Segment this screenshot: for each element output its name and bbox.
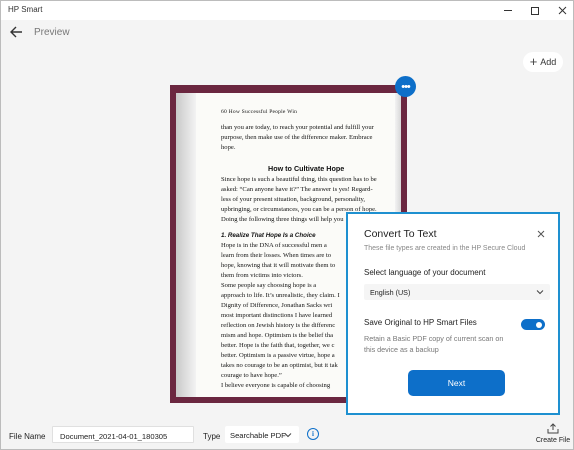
- info-icon[interactable]: i: [307, 428, 319, 440]
- plus-icon: +: [529, 54, 538, 69]
- doc-line: courage to have hope.”: [221, 372, 282, 379]
- doc-running-header: 60 How Successful People Win: [221, 109, 298, 115]
- doc-line: them from victims into victors.: [221, 272, 303, 279]
- bottom-bar: File Name Document_2021-04-01_180305 Typ…: [1, 419, 573, 449]
- doc-line: most important distinctions I have learn…: [221, 312, 333, 319]
- maximize-icon: [531, 6, 539, 15]
- more-options-button[interactable]: •••: [395, 76, 416, 97]
- add-page-button[interactable]: + Add: [523, 52, 563, 72]
- page-title: Preview: [34, 27, 70, 38]
- doc-line: Dignity of Difference, Jonathan Sacks wr…: [221, 302, 333, 309]
- doc-line: Doing the following three things will he…: [221, 216, 344, 223]
- save-original-toggle[interactable]: [521, 319, 545, 330]
- doc-line: asked: “Can anyone have it?” The answer …: [221, 186, 373, 193]
- doc-line: hope, knowing that it will motivate them…: [221, 262, 336, 269]
- doc-line: purpose, then make use of the difference…: [221, 134, 373, 141]
- doc-line: I believe everyone is capable of choosin…: [221, 382, 331, 389]
- chevron-down-icon: [536, 290, 544, 295]
- file-name-value: Document_2021-04-01_180305: [60, 432, 168, 441]
- convert-to-text-dialog: Convert To Text These file types are cre…: [346, 212, 560, 415]
- file-type-value: Searchable PDF: [230, 431, 286, 440]
- minimize-icon: [504, 10, 512, 11]
- doc-subheading: 1. Realize That Hope Is a Choice: [221, 232, 316, 239]
- doc-line: learn from their losses. When times are …: [221, 252, 332, 259]
- maximize-button[interactable]: [522, 1, 548, 20]
- doc-line: takes no courage to be an optimist, but …: [221, 362, 338, 369]
- dialog-title: Convert To Text: [364, 228, 437, 240]
- doc-line: mism and hope. Optimism is the belief th…: [221, 332, 334, 339]
- toggle-knob: [536, 321, 542, 328]
- close-window-button[interactable]: [549, 1, 574, 20]
- save-original-description: Retain a Basic PDF copy of current scan …: [364, 334, 504, 354]
- type-label: Type: [203, 432, 221, 441]
- more-dots-icon: •••: [401, 80, 411, 93]
- doc-line: than you are today, to reach your potent…: [221, 124, 374, 131]
- doc-line: better. Optimism is a passive virtue, ho…: [221, 352, 335, 359]
- language-label: Select language of your document: [364, 268, 486, 277]
- create-file-button[interactable]: Create File: [533, 423, 573, 449]
- doc-line: reflection on Jewish history is the diff…: [221, 322, 336, 329]
- next-button[interactable]: Next: [408, 370, 505, 396]
- add-button-label: Add: [540, 57, 557, 67]
- doc-line: better. Hope is the faith that, together…: [221, 342, 335, 349]
- nav-bar: Preview: [1, 20, 573, 46]
- doc-line: Since hope is such a beautiful thing, th…: [221, 176, 377, 183]
- doc-line: hope.: [221, 144, 236, 151]
- doc-line: approach to life. It’s unrealistic, they…: [221, 292, 340, 299]
- create-file-label: Create File: [535, 437, 571, 444]
- dialog-subtitle: These file types are created in the HP S…: [364, 245, 526, 252]
- back-arrow-icon[interactable]: [9, 25, 23, 39]
- doc-line: less of your present situation, backgrou…: [221, 196, 366, 203]
- file-type-select[interactable]: Searchable PDF: [225, 426, 299, 443]
- doc-heading: How to Cultivate Hope: [268, 164, 345, 173]
- app-window: HP Smart Preview + Add 60 How Successful…: [0, 0, 574, 450]
- minimize-button[interactable]: [495, 1, 521, 20]
- create-file-icon: [547, 423, 559, 434]
- next-button-label: Next: [447, 378, 466, 388]
- language-select[interactable]: English (US): [364, 284, 550, 300]
- close-icon: [558, 6, 566, 15]
- chevron-down-icon: [284, 433, 292, 438]
- doc-line: Hope is in the DNA of successful men a: [221, 242, 327, 249]
- app-title: HP Smart: [8, 5, 43, 14]
- title-bar: HP Smart: [1, 1, 573, 20]
- save-original-label: Save Original to HP Smart Files: [364, 318, 477, 327]
- close-icon[interactable]: [537, 230, 545, 238]
- file-name-label: File Name: [9, 432, 46, 441]
- file-name-input[interactable]: Document_2021-04-01_180305: [52, 426, 194, 443]
- doc-line: Some people say choosing hope is a: [221, 282, 317, 289]
- language-value: English (US): [370, 288, 411, 297]
- page-shadow-left: [176, 93, 196, 397]
